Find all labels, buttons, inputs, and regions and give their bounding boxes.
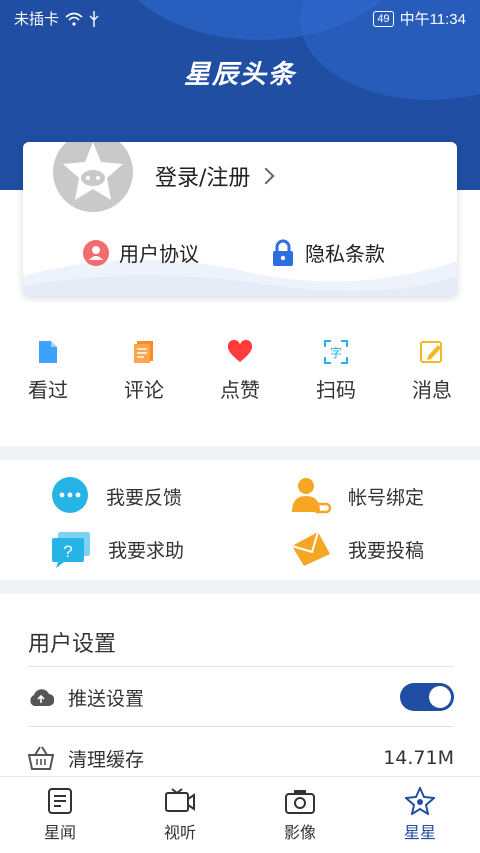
quick-actions: 看过 评论 点赞 字 扫码 消息 bbox=[0, 340, 480, 420]
push-toggle[interactable] bbox=[400, 683, 454, 711]
user-agreement-label: 用户协议 bbox=[119, 242, 199, 266]
quick-action-likes[interactable]: 点赞 bbox=[192, 340, 288, 420]
svg-text:字: 字 bbox=[330, 345, 342, 360]
wifi-icon bbox=[65, 12, 83, 26]
account-binding-button[interactable]: 帐号绑定 bbox=[290, 476, 424, 516]
app-logo: 星辰头条 bbox=[183, 60, 296, 90]
section-divider bbox=[0, 580, 480, 594]
help-label: 我要求助 bbox=[108, 539, 185, 562]
help-button[interactable]: ? 我要求助 bbox=[50, 530, 184, 568]
scan-icon: 字 bbox=[324, 340, 348, 364]
avatar[interactable] bbox=[53, 142, 133, 212]
tab-label: 视听 bbox=[163, 823, 196, 842]
bottom-tab-bar: 星闻 视听 影像 星星 bbox=[0, 776, 480, 853]
feedback-button[interactable]: 我要反馈 bbox=[50, 476, 182, 516]
carrier-text: 未插卡 bbox=[14, 11, 60, 28]
video-icon bbox=[165, 788, 195, 812]
clear-cache-label: 清理缓存 bbox=[68, 748, 145, 771]
user-agreement-link[interactable]: 用户协议 bbox=[83, 238, 199, 267]
submit-article-label: 我要投稿 bbox=[348, 539, 425, 562]
push-settings-row[interactable]: 推送设置 bbox=[28, 680, 454, 714]
heart-icon bbox=[227, 340, 253, 362]
tab-video[interactable]: 视听 bbox=[120, 777, 240, 853]
camera-icon bbox=[285, 790, 315, 814]
tab-label: 星星 bbox=[403, 823, 436, 842]
tab-news[interactable]: 星闻 bbox=[0, 777, 120, 853]
quick-action-label: 消息 bbox=[412, 378, 452, 402]
feedback-label: 我要反馈 bbox=[106, 486, 183, 509]
privacy-policy-link[interactable]: 隐私条款 bbox=[271, 238, 385, 267]
quick-action-comments[interactable]: 评论 bbox=[96, 340, 192, 420]
login-register-button[interactable]: 登录/注册 bbox=[155, 160, 275, 192]
envelope-icon bbox=[291, 531, 330, 566]
default-avatar-icon bbox=[63, 142, 123, 200]
quick-action-label: 评论 bbox=[124, 378, 164, 402]
battery-indicator: 49 bbox=[373, 10, 394, 27]
quick-action-viewed[interactable]: 看过 bbox=[0, 340, 96, 420]
tab-stars[interactable]: 星星 bbox=[360, 777, 480, 853]
document-icon bbox=[39, 341, 57, 363]
usb-icon bbox=[89, 10, 99, 27]
help-icon: ? bbox=[52, 532, 90, 568]
section-divider bbox=[0, 446, 480, 460]
toggle-knob bbox=[429, 686, 451, 708]
user-agreement-icon bbox=[83, 239, 109, 266]
submit-article-button[interactable]: 我要投稿 bbox=[290, 530, 424, 568]
divider bbox=[28, 666, 454, 667]
privacy-policy-label: 隐私条款 bbox=[305, 242, 385, 266]
account-link-icon bbox=[292, 478, 332, 514]
profile-card: 登录/注册 用户协议 隐私条款 bbox=[23, 142, 457, 296]
basket-icon bbox=[28, 746, 54, 770]
clear-cache-row[interactable]: 清理缓存 14.71M bbox=[28, 742, 454, 774]
status-bar: 未插卡 49 中午11:34 bbox=[0, 0, 480, 34]
cloud-upload-icon bbox=[30, 689, 54, 707]
message-icon bbox=[420, 341, 442, 363]
quick-action-messages[interactable]: 消息 bbox=[384, 340, 480, 420]
quick-action-label: 点赞 bbox=[220, 378, 260, 402]
tab-label: 影像 bbox=[283, 823, 316, 842]
comment-icon bbox=[134, 341, 153, 363]
chat-bubble-icon bbox=[52, 477, 88, 513]
clock: 中午11:34 bbox=[399, 11, 466, 28]
user-settings-title: 用户设置 bbox=[28, 632, 117, 657]
star-icon bbox=[405, 787, 435, 815]
account-binding-label: 帐号绑定 bbox=[348, 486, 425, 509]
quick-action-scan[interactable]: 字 扫码 bbox=[288, 340, 384, 420]
tab-label: 星闻 bbox=[43, 823, 76, 842]
cache-size: 14.71M bbox=[383, 747, 454, 769]
quick-action-label: 扫码 bbox=[316, 378, 356, 402]
push-settings-label: 推送设置 bbox=[68, 687, 145, 710]
tab-images[interactable]: 影像 bbox=[240, 777, 360, 853]
lock-icon bbox=[273, 239, 293, 266]
news-icon bbox=[48, 788, 72, 814]
divider bbox=[28, 726, 454, 727]
login-label: 登录/注册 bbox=[155, 166, 251, 191]
chevron-right-icon bbox=[257, 167, 275, 185]
svg-text:?: ? bbox=[63, 542, 72, 561]
quick-action-label: 看过 bbox=[28, 378, 68, 402]
